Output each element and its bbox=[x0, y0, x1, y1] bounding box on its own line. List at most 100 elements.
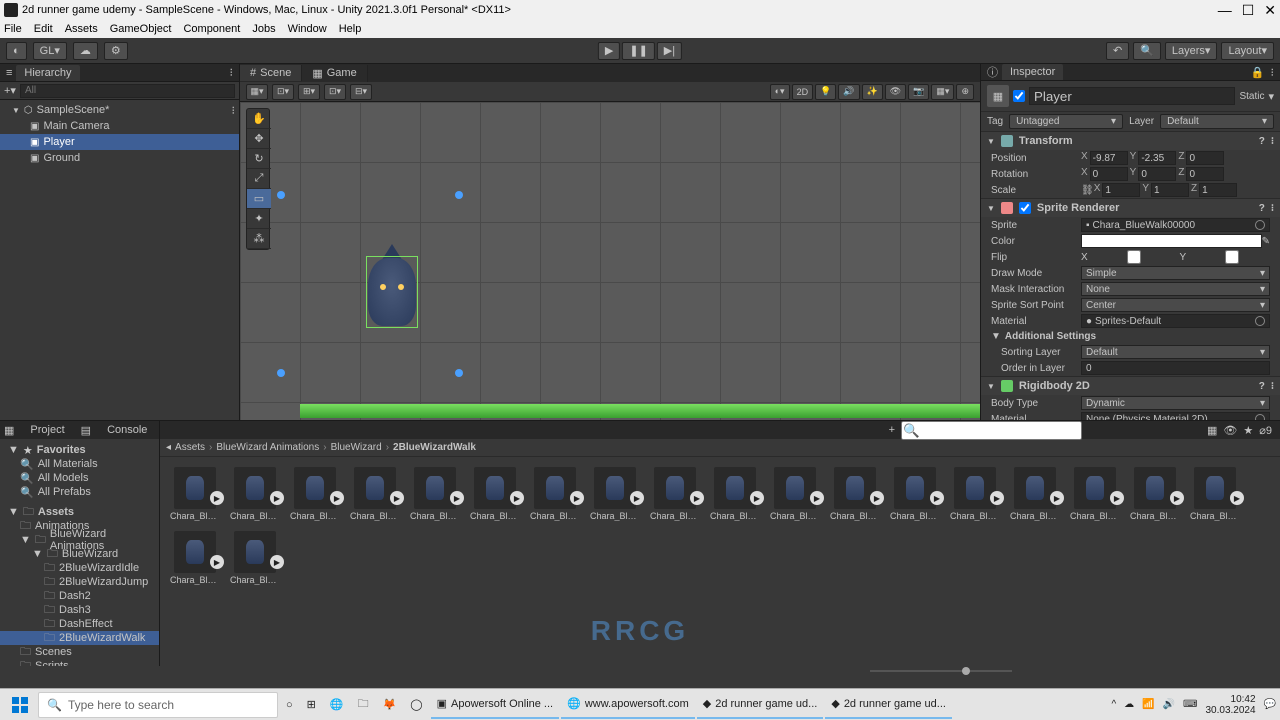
transform-tool[interactable]: ✦ bbox=[247, 209, 271, 229]
cloud-button[interactable]: ☁ bbox=[73, 42, 98, 60]
menu-gameobject[interactable]: GameObject bbox=[110, 23, 172, 35]
hand-tool[interactable]: ✋ bbox=[247, 109, 271, 129]
rot-x-input[interactable] bbox=[1090, 167, 1128, 181]
static-dropdown-icon[interactable]: ▾ bbox=[1268, 90, 1274, 103]
breadcrumb-assets[interactable]: Assets bbox=[175, 442, 205, 453]
task-apowersoft[interactable]: ▣ Apowersoft Online ... bbox=[431, 691, 560, 719]
breadcrumb-bw[interactable]: BlueWizard bbox=[331, 442, 382, 453]
task-explorer[interactable]: 🗀 bbox=[352, 691, 375, 719]
eyedropper-icon[interactable]: ✎ bbox=[1262, 236, 1270, 247]
tray-lang-icon[interactable]: ⌨ bbox=[1183, 699, 1197, 710]
task-cortana[interactable]: ○ bbox=[280, 691, 299, 719]
fx-toggle[interactable]: ✨ bbox=[862, 84, 883, 100]
order-input[interactable] bbox=[1081, 361, 1270, 375]
start-button[interactable] bbox=[4, 691, 36, 719]
fav-models[interactable]: 🔍All Models bbox=[0, 471, 159, 485]
undo-history-button[interactable]: ↶ bbox=[1106, 42, 1129, 60]
menu-component[interactable]: Component bbox=[183, 23, 240, 35]
step-button[interactable]: ▶| bbox=[657, 42, 682, 60]
fav-materials[interactable]: 🔍All Materials bbox=[0, 457, 159, 471]
play-preview-icon[interactable]: ▶ bbox=[1230, 491, 1244, 505]
asset-thumbnail[interactable]: ▶Chara_Blu... bbox=[1070, 467, 1120, 521]
fav-prefabs[interactable]: 🔍All Prefabs bbox=[0, 485, 159, 499]
gl-dropdown[interactable]: GL ▾ bbox=[33, 42, 67, 60]
tray-volume-icon[interactable]: 🔊 bbox=[1163, 699, 1175, 710]
asset-thumbnail[interactable]: ▶Chara_Blu... bbox=[470, 467, 520, 521]
scale-link-icon[interactable]: ⛓ bbox=[1081, 185, 1094, 196]
asset-thumbnail[interactable]: ▶Chara_Blu... bbox=[1010, 467, 1060, 521]
flip-x-checkbox[interactable] bbox=[1096, 250, 1172, 264]
thumbnail-size-slider[interactable] bbox=[870, 664, 970, 678]
scene-canvas[interactable]: ✋ ✥ ↻ ⤢ ▭ ✦ ⁂ bbox=[240, 102, 980, 420]
sortpoint-dropdown[interactable]: Center▾ bbox=[1081, 298, 1270, 312]
sel-handle-br[interactable] bbox=[455, 369, 463, 377]
project-search[interactable] bbox=[901, 421, 1082, 440]
rotate-tool[interactable]: ↻ bbox=[247, 149, 271, 169]
asset-thumbnail[interactable]: ▶Chara_Blu... bbox=[710, 467, 760, 521]
taskbar-clock[interactable]: 10:4230.03.2024 bbox=[1205, 694, 1255, 716]
console-tab[interactable]: Console bbox=[99, 422, 155, 438]
play-preview-icon[interactable]: ▶ bbox=[450, 491, 464, 505]
flip-y-checkbox[interactable] bbox=[1194, 250, 1270, 264]
gameobject-active-checkbox[interactable] bbox=[1013, 90, 1025, 102]
favorites-foldout[interactable]: ▼★Favorites bbox=[0, 443, 159, 457]
inspector-tab[interactable]: Inspector bbox=[1002, 64, 1063, 80]
preset-icon[interactable]: ⁝ bbox=[1271, 136, 1274, 147]
menu-assets[interactable]: Assets bbox=[65, 23, 98, 35]
custom-tool[interactable]: ⁂ bbox=[247, 229, 271, 249]
asset-thumbnail[interactable]: ▶Chara_Blu... bbox=[350, 467, 400, 521]
help-icon[interactable]: ? bbox=[1259, 136, 1265, 147]
play-preview-icon[interactable]: ▶ bbox=[390, 491, 404, 505]
scale-y-input[interactable] bbox=[1151, 183, 1189, 197]
collapse-arrow-icon[interactable]: ▼ bbox=[987, 382, 995, 391]
play-preview-icon[interactable]: ▶ bbox=[690, 491, 704, 505]
asset-thumbnail[interactable]: ▶Chara_Blu... bbox=[230, 531, 280, 585]
play-preview-icon[interactable]: ▶ bbox=[570, 491, 584, 505]
sel-handle-tl[interactable] bbox=[277, 191, 285, 199]
play-preview-icon[interactable]: ▶ bbox=[510, 491, 524, 505]
gizmos-dropdown[interactable]: ▦▾ bbox=[931, 84, 954, 100]
play-preview-icon[interactable]: ▶ bbox=[870, 491, 884, 505]
play-preview-icon[interactable]: ▶ bbox=[810, 491, 824, 505]
play-button[interactable]: ▶ bbox=[598, 42, 620, 60]
project-hidden-icon[interactable]: ⌀9 bbox=[1259, 424, 1272, 437]
shading-dropdown[interactable]: ◐▾ bbox=[770, 84, 790, 100]
task-opera[interactable]: ◯ bbox=[404, 691, 428, 719]
tool-dropdown-1[interactable]: ▦▾ bbox=[246, 84, 268, 100]
minimize-icon[interactable]: — bbox=[1218, 2, 1232, 19]
gameobject-name-input[interactable] bbox=[1029, 87, 1235, 105]
asset-thumbnail[interactable]: ▶Chara_Blu... bbox=[290, 467, 340, 521]
rot-y-input[interactable] bbox=[1138, 167, 1176, 181]
asset-thumbnail[interactable]: ▶Chara_Blu... bbox=[950, 467, 1000, 521]
tray-notifications-icon[interactable]: 💬 bbox=[1264, 699, 1276, 710]
pause-button[interactable]: ❚❚ bbox=[622, 42, 654, 60]
task-taskview[interactable]: ⊞ bbox=[301, 691, 322, 719]
play-preview-icon[interactable]: ▶ bbox=[930, 491, 944, 505]
additional-settings-foldout[interactable]: ▼Additional Settings bbox=[981, 329, 1280, 344]
hierarchy-item-player[interactable]: ▣ Player bbox=[0, 134, 239, 150]
menu-jobs[interactable]: Jobs bbox=[252, 23, 275, 35]
2d-toggle[interactable]: 2D bbox=[792, 84, 814, 100]
rot-z-input[interactable] bbox=[1186, 167, 1224, 181]
breadcrumb-current[interactable]: 2BlueWizardWalk bbox=[393, 442, 476, 453]
search-button[interactable]: 🔍 bbox=[1133, 42, 1161, 60]
increment-button[interactable]: ⊟▾ bbox=[350, 84, 372, 100]
close-icon[interactable]: ✕ bbox=[1264, 2, 1276, 19]
asset-thumbnail[interactable]: ▶Chara_Blu... bbox=[890, 467, 940, 521]
pos-x-input[interactable] bbox=[1090, 151, 1128, 165]
player-sprite[interactable] bbox=[368, 258, 416, 326]
asset-thumbnail[interactable]: ▶Chara_Blu... bbox=[1190, 467, 1240, 521]
task-unity1[interactable]: ◆ 2d runner game ud... bbox=[697, 691, 824, 719]
component-enabled-checkbox[interactable] bbox=[1019, 202, 1031, 214]
play-preview-icon[interactable]: ▶ bbox=[210, 491, 224, 505]
audio-toggle[interactable]: 🔊 bbox=[838, 84, 859, 100]
settings-button[interactable]: ⚙ bbox=[104, 42, 128, 60]
asset-thumbnail[interactable]: ▶Chara_Blu... bbox=[170, 467, 220, 521]
scale-z-input[interactable] bbox=[1199, 183, 1237, 197]
play-preview-icon[interactable]: ▶ bbox=[270, 555, 284, 569]
folder-dash2[interactable]: 🗀Dash2 bbox=[0, 589, 159, 603]
scale-tool[interactable]: ⤢ bbox=[247, 169, 271, 189]
scale-x-input[interactable] bbox=[1102, 183, 1140, 197]
folder-jump[interactable]: 🗀2BlueWizardJump bbox=[0, 575, 159, 589]
move-tool[interactable]: ✥ bbox=[247, 129, 271, 149]
